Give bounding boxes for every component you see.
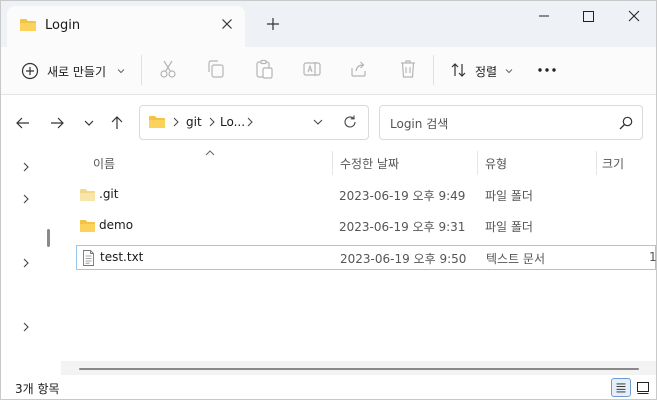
chevron-down-icon — [117, 69, 125, 74]
navigation-pane-scrollbar[interactable] — [47, 229, 50, 247]
scrollbar-thumb[interactable] — [79, 368, 639, 370]
breadcrumb-login[interactable]: Lo... — [220, 115, 245, 129]
column-header-type[interactable]: 유형 — [485, 155, 507, 179]
search-placeholder: Login 검색 — [390, 117, 449, 131]
file-explorer-window: Login 새로 만들기 정렬 git Lo... Login 검색 이름 수정… — [0, 0, 657, 400]
tree-expand-chevron-icon[interactable] — [21, 193, 31, 205]
rename-icon[interactable] — [301, 58, 323, 80]
text-file-icon — [83, 250, 94, 266]
chevron-right-icon[interactable] — [172, 116, 180, 128]
sort-button[interactable]: 정렬 — [445, 55, 521, 87]
new-button-label: 새로 만들기 — [47, 65, 107, 79]
file-type: 파일 폴더 — [485, 220, 533, 234]
breadcrumb-git[interactable]: git — [186, 115, 202, 129]
column-header-modified[interactable]: 수정한 날짜 — [340, 155, 399, 179]
tree-expand-chevron-icon[interactable] — [21, 161, 31, 173]
recent-locations-chevron-icon[interactable] — [79, 113, 99, 133]
file-size: 1 — [649, 250, 657, 264]
tab-title: Login — [45, 18, 81, 33]
file-row-demo[interactable]: demo 2023-06-19 오후 9:31 파일 폴더 — [76, 214, 656, 239]
folder-icon — [80, 189, 95, 201]
address-dropdown-icon[interactable] — [312, 118, 324, 126]
close-tab-icon[interactable] — [219, 16, 235, 32]
paste-icon[interactable] — [253, 58, 275, 80]
sort-ascending-icon — [205, 150, 215, 156]
file-modified: 2023-06-19 오후 9:49 — [339, 189, 466, 203]
chevron-right-icon[interactable] — [208, 116, 216, 128]
navigation-bar: git Lo... Login 검색 — [1, 95, 656, 151]
more-options-icon[interactable] — [533, 57, 561, 83]
file-name: test.txt — [100, 250, 144, 264]
plus-circle-icon — [21, 62, 39, 80]
navigation-pane — [1, 151, 42, 375]
close-window-icon[interactable] — [611, 1, 657, 31]
maximize-icon[interactable] — [565, 1, 611, 31]
file-list: 이름 수정한 날짜 유형 크기 .git 2023-06-19 오후 9:49 … — [61, 150, 656, 373]
cut-icon[interactable] — [157, 58, 179, 80]
chevron-down-icon — [505, 69, 513, 74]
toolbar-divider — [433, 55, 434, 85]
file-modified: 2023-06-19 오후 9:50 — [340, 252, 467, 266]
new-tab-icon[interactable] — [265, 16, 281, 32]
folder-icon — [20, 19, 36, 31]
status-bar: 3개 항목 — [1, 375, 656, 399]
file-row-test-txt[interactable]: test.txt 2023-06-19 오후 9:50 텍스트 문서 1 — [76, 245, 656, 270]
title-bar: Login — [1, 1, 656, 47]
file-type: 파일 폴더 — [485, 189, 533, 203]
search-icon[interactable] — [618, 115, 634, 131]
delete-icon[interactable] — [397, 58, 419, 80]
item-count: 3개 항목 — [15, 382, 60, 396]
search-box[interactable]: Login 검색 — [379, 105, 643, 140]
file-name: demo — [99, 218, 134, 232]
column-header-name[interactable]: 이름 — [93, 155, 115, 179]
toolbar-divider — [141, 55, 142, 85]
tab-login[interactable]: Login — [7, 6, 245, 47]
tree-expand-chevron-icon[interactable] — [21, 321, 31, 333]
new-button[interactable]: 새로 만들기 — [15, 55, 131, 87]
column-header-size[interactable]: 크기 — [602, 155, 624, 179]
up-arrow-icon[interactable] — [107, 113, 127, 133]
file-row-git[interactable]: .git 2023-06-19 오후 9:49 파일 폴더 — [76, 183, 656, 208]
details-view-icon[interactable] — [611, 378, 631, 397]
file-type: 텍스트 문서 — [486, 252, 546, 266]
minimize-icon[interactable] — [521, 1, 567, 31]
refresh-icon[interactable] — [342, 114, 358, 130]
sort-button-label: 정렬 — [475, 65, 498, 79]
folder-icon — [149, 116, 165, 128]
folder-icon — [80, 220, 95, 232]
horizontal-scrollbar[interactable] — [61, 361, 656, 375]
address-bar[interactable]: git Lo... — [139, 105, 369, 140]
sort-icon — [451, 63, 466, 77]
command-bar: 새로 만들기 정렬 — [1, 47, 656, 95]
file-modified: 2023-06-19 오후 9:31 — [339, 220, 466, 234]
share-icon[interactable] — [348, 58, 370, 80]
column-divider[interactable] — [332, 151, 333, 175]
chevron-right-icon[interactable] — [246, 116, 254, 128]
large-icons-view-icon[interactable] — [633, 378, 653, 397]
back-arrow-icon[interactable] — [13, 113, 33, 133]
column-divider[interactable] — [596, 151, 597, 175]
copy-icon[interactable] — [205, 58, 227, 80]
column-divider[interactable] — [477, 151, 478, 175]
file-name: .git — [99, 187, 119, 201]
tree-expand-chevron-icon[interactable] — [21, 257, 31, 269]
forward-arrow-icon[interactable] — [47, 113, 67, 133]
